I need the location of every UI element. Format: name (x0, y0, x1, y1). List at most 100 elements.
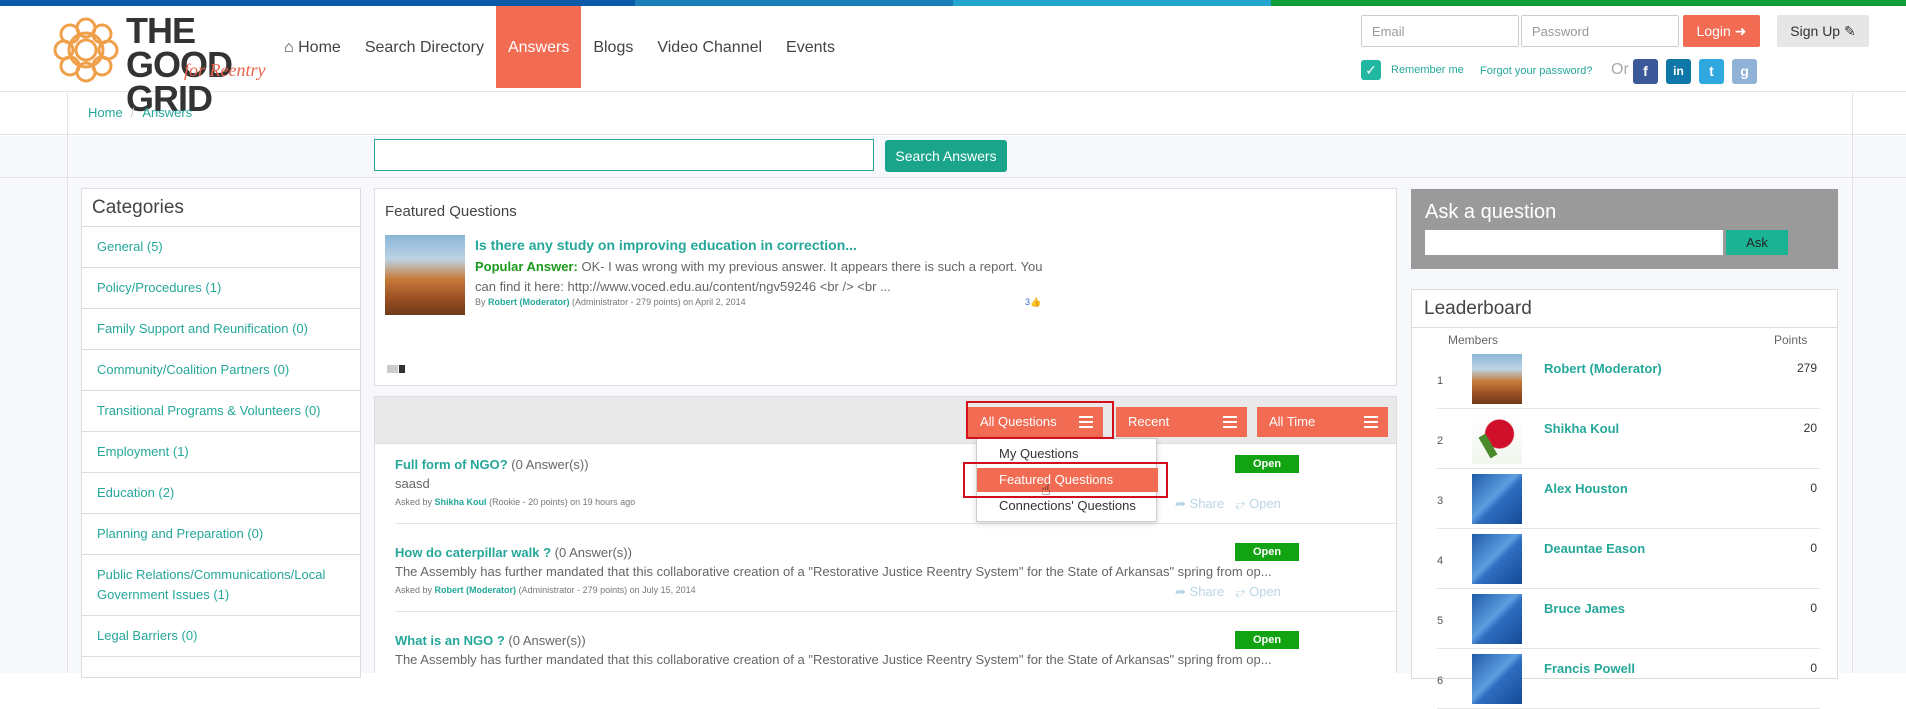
question-byline: Asked by Shikha Koul (Rookie - 20 points… (395, 497, 636, 507)
nav-search-directory[interactable]: Search Directory (353, 6, 496, 88)
question-filter-bar: All Questions Recent All Time (374, 396, 1397, 444)
question-desc: The Assembly has further mandated that t… (395, 564, 1272, 579)
breadcrumb-current[interactable]: Answers (142, 105, 192, 120)
open-link[interactable]: Open (1249, 496, 1281, 511)
featured-question-link[interactable]: Is there any study on improving educatio… (475, 237, 857, 253)
question-list: Full form of NGO? (0 Answer(s)) saasd As… (374, 444, 1398, 673)
menu-icon (1223, 416, 1237, 428)
category-item[interactable]: Education (2) (82, 473, 360, 514)
question-title-link[interactable]: What is an NGO ? (395, 633, 505, 648)
leaderboard-row: 1 Robert (Moderator) 279 (1437, 349, 1820, 409)
breadcrumb: Home / Answers (88, 105, 193, 120)
highlight-all-questions (966, 401, 1114, 439)
avatar[interactable] (1472, 414, 1522, 464)
site-header: THE GOOD GRID for Reentry ⌂ Home Search D… (0, 6, 1906, 117)
breadcrumb-bar: Home / Answers (0, 93, 1906, 135)
avatar[interactable] (1472, 474, 1522, 524)
expand-icon: ⥂ (1235, 496, 1246, 511)
category-item[interactable]: General (5) (82, 227, 360, 268)
leaderboard-panel: Leaderboard Members Points 1 Robert (Mod… (1411, 289, 1838, 709)
question-item: What is an NGO ? (0 Answer(s)) The Assem… (395, 633, 1295, 667)
question-actions: ➦ Share ⥂ Open (1175, 584, 1281, 600)
search-input[interactable] (374, 139, 874, 171)
thumbs-up-icon: 👍 (1030, 297, 1042, 307)
avatar[interactable] (1472, 594, 1522, 644)
category-item[interactable]: Public Relations/Communications/Local Go… (82, 555, 360, 616)
category-item[interactable]: Planning and Preparation (0) (82, 514, 360, 555)
question-title-link[interactable]: Full form of NGO? (395, 457, 508, 472)
divider (395, 611, 1398, 612)
question-author-link[interactable]: Robert (Moderator) (435, 585, 517, 595)
member-link[interactable]: Bruce James (1544, 601, 1625, 616)
featured-thumbnail (385, 235, 465, 315)
featured-author-link[interactable]: Robert (Moderator) (488, 297, 570, 307)
member-link[interactable]: Deauntae Eason (1544, 541, 1645, 556)
question-title-link[interactable]: How do caterpillar walk ? (395, 545, 551, 560)
leaderboard-row: 5 Bruce James 0 (1437, 589, 1820, 649)
all-time-dropdown[interactable]: All Time (1257, 407, 1388, 437)
linkedin-icon[interactable]: in (1666, 59, 1691, 84)
recent-dropdown[interactable]: Recent (1116, 407, 1247, 437)
site-logo[interactable]: THE GOOD GRID for Reentry (48, 12, 268, 117)
expand-icon: ⥂ (1235, 584, 1246, 599)
highlight-featured-questions (963, 462, 1168, 498)
featured-questions-panel: Featured Questions Is there any study on… (374, 188, 1397, 386)
ask-button[interactable]: Ask (1726, 230, 1788, 255)
checkbox-checked-icon[interactable]: ✓ (1361, 60, 1381, 80)
category-item[interactable]: Policy/Procedures (1) (82, 268, 360, 309)
share-link[interactable]: Share (1190, 496, 1225, 511)
ask-title: Ask a question (1425, 201, 1557, 223)
nav-blogs[interactable]: Blogs (581, 6, 645, 88)
open-link[interactable]: Open (1249, 584, 1281, 599)
email-input[interactable]: Email (1361, 15, 1519, 47)
question-author-link[interactable]: Shikha Koul (435, 497, 487, 507)
divider (395, 523, 1398, 524)
featured-pager[interactable] (387, 365, 405, 373)
forgot-password-link[interactable]: Forgot your password? (1480, 65, 1593, 77)
nav-events[interactable]: Events (774, 6, 847, 88)
breadcrumb-home[interactable]: Home (88, 105, 123, 120)
status-badge: Open (1235, 543, 1299, 561)
leaderboard-title: Leaderboard (1412, 290, 1837, 328)
avatar[interactable] (1472, 354, 1522, 404)
ask-question-panel: Ask a question Ask (1411, 189, 1838, 269)
featured-popular-answer: Popular Answer: OK- I was wrong with my … (475, 259, 1043, 294)
main-nav: ⌂ Home Search Directory Answers Blogs Vi… (272, 6, 847, 88)
container-right-border (1852, 93, 1853, 673)
question-byline: Asked by Robert (Moderator) (Administrat… (395, 585, 696, 595)
featured-votes[interactable]: 3👍 (1025, 297, 1041, 308)
twitter-icon[interactable]: t (1699, 59, 1724, 84)
category-item[interactable]: Transitional Programs & Volunteers (0) (82, 391, 360, 432)
avatar[interactable] (1472, 534, 1522, 584)
category-item[interactable]: Community/Coalition Partners (0) (82, 350, 360, 391)
category-item[interactable]: Family Support and Reunification (0) (82, 309, 360, 350)
category-item[interactable]: Employment (1) (82, 432, 360, 473)
search-bar: Search Answers (0, 136, 1906, 178)
google-icon[interactable]: g (1732, 59, 1757, 84)
categories-panel: Categories General (5) Policy/Procedures… (81, 188, 361, 678)
member-link[interactable]: Shikha Koul (1544, 421, 1619, 436)
share-link[interactable]: Share (1190, 584, 1225, 599)
featured-title: Featured Questions (385, 203, 517, 220)
search-answers-button[interactable]: Search Answers (885, 140, 1007, 172)
menu-icon (1364, 416, 1378, 428)
signup-button[interactable]: Sign Up ✎ (1777, 15, 1869, 47)
member-link[interactable]: Robert (Moderator) (1544, 361, 1662, 376)
question-desc: The Assembly has further mandated that t… (395, 652, 1272, 667)
login-button[interactable]: Login ➜ (1683, 15, 1760, 47)
facebook-icon[interactable]: f (1633, 59, 1658, 84)
ask-input[interactable] (1425, 230, 1723, 255)
remember-me[interactable]: ✓ Remember me (1361, 60, 1464, 80)
question-item: How do caterpillar walk ? (0 Answer(s)) … (395, 545, 1295, 595)
member-link[interactable]: Alex Houston (1544, 481, 1628, 496)
password-input[interactable]: Password (1521, 15, 1679, 47)
member-link[interactable]: Francis Powell (1544, 661, 1635, 676)
leaderboard-row: 4 Deauntae Eason 0 (1437, 529, 1820, 589)
nav-video-channel[interactable]: Video Channel (645, 6, 774, 88)
home-icon: ⌂ (284, 39, 294, 56)
leaderboard-row: 2 Shikha Koul 20 (1437, 409, 1820, 469)
nav-home[interactable]: ⌂ Home (272, 6, 353, 88)
category-item[interactable]: Legal Barriers (0) (82, 616, 360, 657)
avatar[interactable] (1472, 654, 1522, 704)
nav-answers[interactable]: Answers (495, 6, 582, 88)
